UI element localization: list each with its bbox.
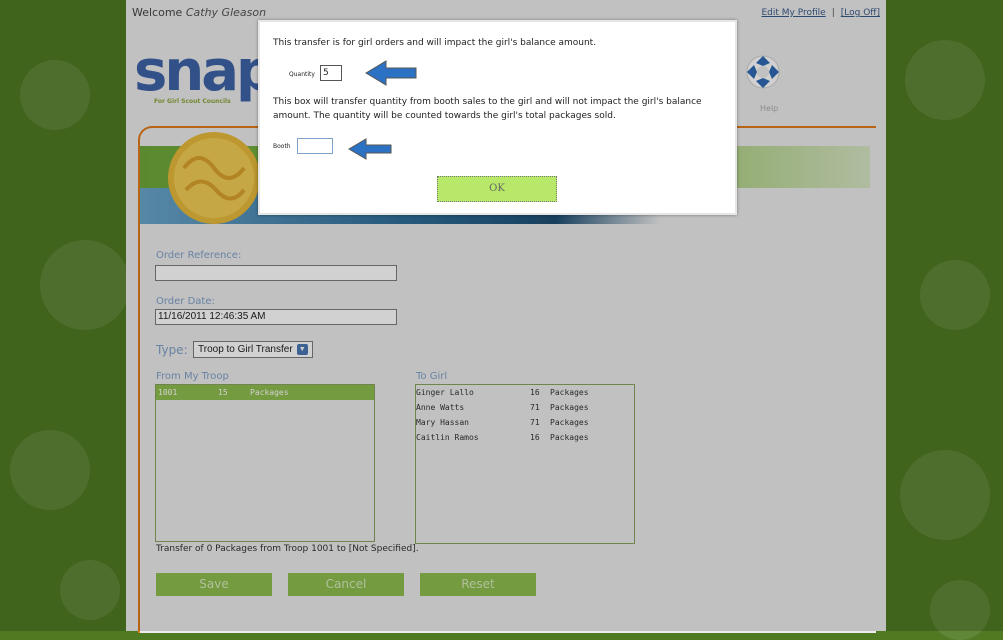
modal-quantity-description: This transfer is for girl orders and wil…	[273, 38, 597, 48]
quantity-input[interactable]: 5	[320, 65, 342, 81]
ok-button[interactable]: OK	[437, 176, 557, 202]
booth-input[interactable]	[297, 138, 333, 154]
arrow-left-icon	[365, 60, 417, 86]
transfer-modal: This transfer is for girl orders and wil…	[258, 20, 737, 215]
arrow-left-icon	[348, 138, 392, 160]
booth-label: Booth	[273, 143, 291, 150]
quantity-label: Quantity	[289, 71, 315, 78]
modal-booth-description: This box will transfer quantity from boo…	[273, 97, 702, 121]
